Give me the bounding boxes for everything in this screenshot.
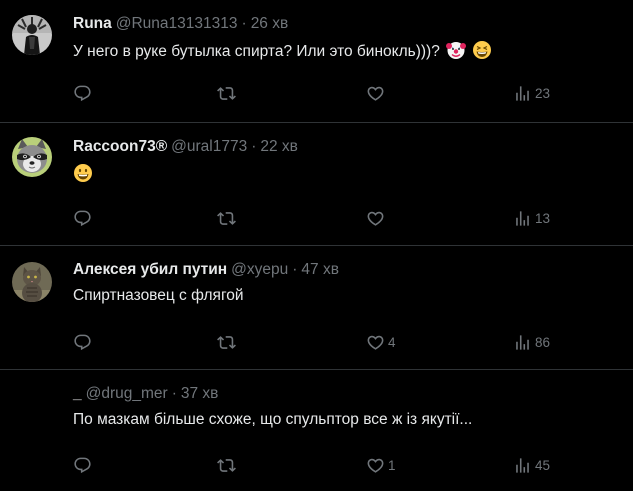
grinning-face-emoji-icon	[74, 164, 92, 182]
reply-icon	[73, 456, 92, 475]
reply-button[interactable]	[73, 207, 95, 229]
reply-header: Runa @Runa13131313 · 26 хв	[73, 14, 617, 34]
reply-button[interactable]	[73, 331, 95, 353]
black-and-white-figure-avatar-icon	[12, 15, 52, 55]
user-handle[interactable]: @Runa13131313	[116, 14, 238, 34]
heart-icon	[366, 209, 385, 228]
retweet-button[interactable]	[217, 207, 239, 229]
avatar[interactable]	[12, 385, 52, 425]
action-bar: 13	[73, 207, 617, 229]
timestamp[interactable]: 26 хв	[251, 14, 289, 34]
reply-content: Алексея убил путин @xyepu · 47 хв Спиртн…	[73, 260, 617, 306]
reply-content: _ @drug_mer · 37 хв По мазкам більше схо…	[73, 384, 617, 430]
retweet-icon	[217, 333, 236, 352]
views-chart-icon	[513, 209, 532, 228]
reply-text	[73, 163, 617, 185]
timestamp[interactable]: 37 хв	[181, 384, 219, 404]
view-count: 45	[535, 457, 551, 473]
views-button[interactable]: 23	[513, 82, 550, 104]
empty-avatar-icon	[12, 385, 52, 425]
reply-tweet[interactable]: _ @drug_mer · 37 хв По мазкам більше схо…	[0, 370, 633, 491]
reply-text: У него в руке бутылка спирта? Или это би…	[73, 40, 617, 62]
retweet-icon	[217, 456, 236, 475]
retweet-button[interactable]	[217, 454, 239, 476]
reply-icon	[73, 333, 92, 352]
like-count: 1	[388, 457, 396, 473]
separator-dot: ·	[241, 15, 247, 32]
reply-header: Raccoon73® @ural1773 · 22 хв	[73, 137, 617, 157]
reply-content: Raccoon73® @ural1773 · 22 хв	[73, 137, 617, 185]
display-name[interactable]: _	[73, 384, 82, 404]
raccoon-avatar-icon	[12, 137, 52, 177]
view-count: 86	[535, 334, 551, 350]
grinning-squinting-face-emoji-icon	[473, 41, 492, 59]
timestamp[interactable]: 22 хв	[260, 137, 298, 157]
like-button[interactable]: 4	[366, 331, 396, 353]
reply-tweet[interactable]: Raccoon73® @ural1773 · 22 хв 13	[0, 123, 633, 246]
reply-text-body: Спиртназовец с флягой	[73, 287, 244, 304]
views-button[interactable]: 86	[513, 331, 550, 353]
action-bar: 1 45	[73, 454, 617, 476]
view-count: 23	[535, 85, 551, 101]
reply-text: По мазкам більше схоже, що спульптор все…	[73, 410, 617, 430]
separator-dot: ·	[251, 138, 257, 155]
like-button[interactable]: 1	[366, 454, 396, 476]
retweet-icon	[217, 209, 236, 228]
reply-icon	[73, 84, 92, 103]
views-chart-icon	[513, 333, 532, 352]
avatar[interactable]	[12, 15, 52, 55]
action-bar: 4 86	[73, 331, 617, 353]
separator-dot: ·	[292, 261, 298, 278]
reply-feed: Runa @Runa13131313 · 26 хв У него в руке…	[0, 0, 633, 491]
reply-header: _ @drug_mer · 37 хв	[73, 384, 617, 404]
avatar[interactable]	[12, 137, 52, 177]
views-chart-icon	[513, 84, 532, 103]
views-button[interactable]: 45	[513, 454, 550, 476]
views-chart-icon	[513, 456, 532, 475]
reply-text-body: У него в руке бутылка спирта? Или это би…	[73, 43, 440, 60]
cat-avatar-icon	[12, 262, 52, 302]
views-button[interactable]: 13	[513, 207, 550, 229]
action-bar: 23	[73, 82, 617, 104]
heart-icon	[366, 333, 385, 352]
display-name[interactable]: Raccoon73®	[73, 137, 167, 157]
retweet-icon	[217, 84, 236, 103]
user-handle[interactable]: @ural1773	[171, 137, 247, 157]
like-count: 4	[388, 334, 396, 350]
timestamp[interactable]: 47 хв	[301, 260, 339, 280]
reply-tweet[interactable]: Runa @Runa13131313 · 26 хв У него в руке…	[0, 0, 633, 123]
avatar[interactable]	[12, 262, 52, 302]
reply-button[interactable]	[73, 82, 95, 104]
heart-icon	[366, 456, 385, 475]
retweet-button[interactable]	[217, 82, 239, 104]
view-count: 13	[535, 210, 551, 226]
reply-text: Спиртназовец с флягой	[73, 286, 617, 306]
clown-face-emoji-icon	[446, 42, 467, 59]
user-handle[interactable]: @xyepu	[231, 260, 288, 280]
heart-icon	[366, 84, 385, 103]
display-name[interactable]: Runa	[73, 14, 112, 34]
reply-button[interactable]	[73, 454, 95, 476]
reply-content: Runa @Runa13131313 · 26 хв У него в руке…	[73, 14, 617, 62]
separator-dot: ·	[171, 385, 177, 402]
display-name[interactable]: Алексея убил путин	[73, 260, 227, 280]
reply-header: Алексея убил путин @xyepu · 47 хв	[73, 260, 617, 280]
reply-icon	[73, 209, 92, 228]
retweet-button[interactable]	[217, 331, 239, 353]
like-button[interactable]	[366, 207, 388, 229]
like-button[interactable]	[366, 82, 388, 104]
reply-text-body: По мазкам більше схоже, що спульптор все…	[73, 411, 473, 428]
user-handle[interactable]: @drug_mer	[86, 384, 168, 404]
reply-tweet[interactable]: Алексея убил путин @xyepu · 47 хв Спиртн…	[0, 246, 633, 370]
